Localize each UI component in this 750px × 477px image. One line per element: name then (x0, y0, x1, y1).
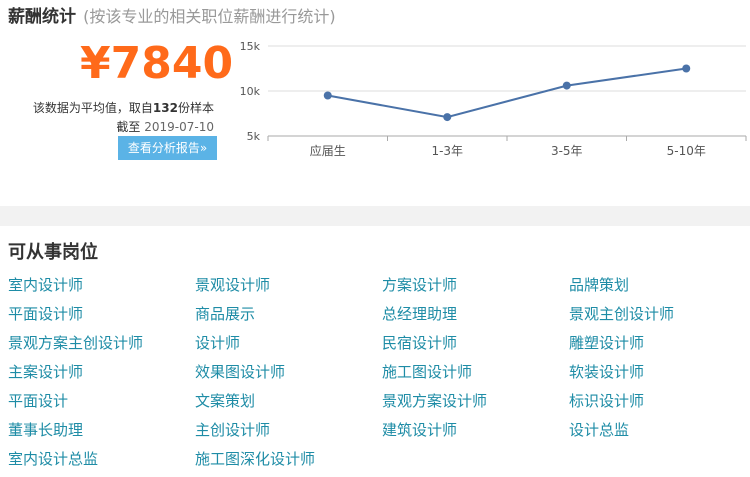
job-link[interactable]: 品牌策划 (569, 271, 750, 300)
job-link[interactable]: 景观方案主创设计师 (8, 329, 195, 358)
job-link[interactable]: 方案设计师 (382, 271, 569, 300)
section-title-jobs: 可从事岗位 (8, 242, 98, 263)
sample-note-prefix: 该数据为平均值，取自 (32, 101, 153, 115)
job-link[interactable]: 标识设计师 (569, 387, 750, 416)
job-link[interactable]: 景观方案设计师 (382, 387, 569, 416)
y-tick-label: 15k (240, 40, 261, 53)
job-link[interactable]: 设计总监 (569, 416, 750, 445)
x-tick-label: 1-3年 (431, 144, 463, 158)
job-link[interactable]: 平面设计 (8, 387, 195, 416)
section-divider (0, 206, 750, 226)
salary-line-chart: 5k 10k 15k 应届生 1-3年 3-5年 5-10年 (240, 40, 747, 158)
job-link[interactable]: 主创设计师 (195, 416, 382, 445)
sample-note: 该数据为平均值，取自132份样本 (33, 99, 214, 116)
data-point (323, 91, 332, 100)
job-link[interactable]: 主案设计师 (8, 358, 195, 387)
job-link[interactable]: 室内设计师 (8, 271, 195, 300)
job-link[interactable]: 施工图设计师 (382, 358, 569, 387)
series-line (327, 67, 687, 119)
cutoff-label: 截至 (116, 120, 141, 134)
job-link[interactable]: 董事长助理 (8, 416, 195, 445)
cutoff-note: 截至 2019-07-10 (116, 118, 214, 135)
job-link[interactable]: 民宿设计师 (382, 329, 569, 358)
section-subtitle: (按该专业的相关职位薪酬进行统计) (83, 7, 336, 26)
sample-count: 132 (152, 101, 178, 115)
job-link[interactable]: 雕塑设计师 (569, 329, 750, 358)
job-link[interactable]: 软装设计师 (569, 358, 750, 387)
average-salary: ¥7840 (80, 38, 234, 89)
chart-x-axis: 应届生 1-3年 3-5年 5-10年 (267, 136, 747, 158)
y-tick-label: 5k (247, 130, 261, 143)
job-list: 室内设计师 景观设计师 方案设计师 品牌策划平面设计师 商品展示 总经理助理 景观主创设计师… (8, 271, 750, 474)
data-point (682, 64, 691, 73)
job-link[interactable]: 平面设计师 (8, 300, 195, 329)
salary-stats-header: 薪酬统计 (按该专业的相关职位薪酬进行统计) (8, 2, 336, 27)
cutoff-date: 2019-07-10 (144, 120, 214, 134)
chart-grid (268, 45, 746, 137)
x-tick-label: 5-10年 (667, 144, 706, 158)
data-point (443, 113, 452, 122)
job-link[interactable]: 效果图设计师 (195, 358, 382, 387)
x-tick-label: 3-5年 (551, 144, 583, 158)
chart-y-axis: 5k 10k 15k (240, 40, 261, 143)
job-link[interactable]: 设计师 (195, 329, 382, 358)
job-link[interactable]: 景观主创设计师 (569, 300, 750, 329)
view-report-button[interactable]: 查看分析报告» (118, 136, 217, 160)
chart-points (323, 64, 691, 122)
job-link[interactable]: 总经理助理 (382, 300, 569, 329)
job-link[interactable]: 商品展示 (195, 300, 382, 329)
job-link[interactable]: 景观设计师 (195, 271, 382, 300)
job-link[interactable]: 建筑设计师 (382, 416, 569, 445)
job-link[interactable]: 室内设计总监 (8, 445, 195, 474)
job-link[interactable]: 施工图深化设计师 (195, 445, 382, 474)
y-tick-label: 10k (240, 85, 261, 98)
x-tick-label: 应届生 (310, 143, 346, 158)
sample-note-suffix: 份样本 (177, 101, 214, 115)
job-link[interactable]: 文案策划 (195, 387, 382, 416)
data-point (562, 81, 571, 90)
section-title-salary: 薪酬统计 (8, 7, 76, 27)
